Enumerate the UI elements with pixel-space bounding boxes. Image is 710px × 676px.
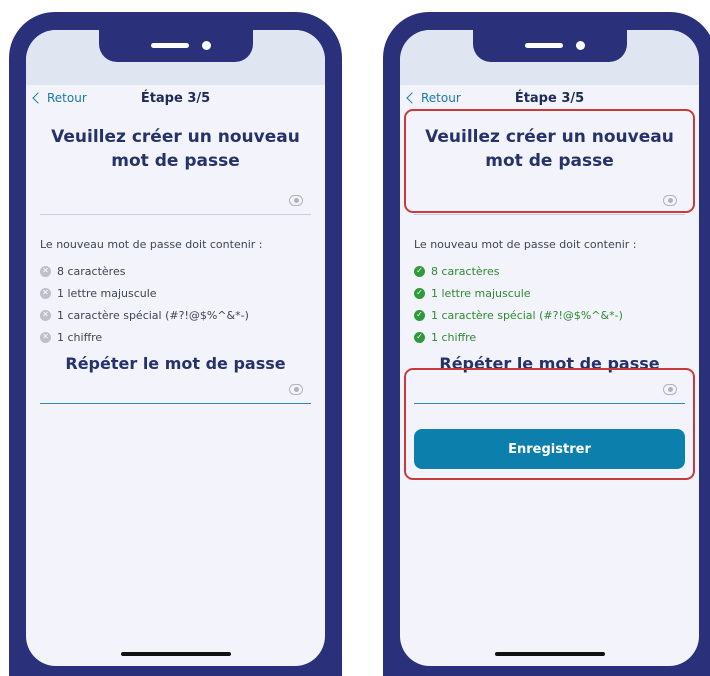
back-button[interactable]: Retour — [406, 91, 461, 105]
repeat-title: Répéter le mot de passe — [65, 354, 286, 373]
x-circle-icon: ✕ — [40, 309, 51, 321]
requirement-text: 8 caractères — [57, 264, 126, 278]
requirements-list: ✕ 8 caractères ✕ 1 lettre majuscule ✕ 1 car… — [40, 260, 249, 348]
x-circle-icon: ✕ — [40, 265, 51, 277]
requirement-item: ✕ 8 caractères — [40, 260, 249, 282]
requirement-item: ✓ 1 caractère spécial (#?!@$%^&*-) — [414, 304, 623, 326]
requirement-item: ✓ 1 lettre majuscule — [414, 282, 623, 304]
check-circle-icon: ✓ — [414, 309, 425, 321]
chevron-left-icon — [406, 92, 418, 104]
chevron-left-icon — [32, 92, 44, 104]
back-button[interactable]: Retour — [32, 91, 87, 105]
x-circle-icon: ✕ — [40, 287, 51, 299]
nav-bar: Étape 3/5 Retour — [26, 90, 325, 110]
screen-left: Étape 3/5 Retour Veuillez créer un nouve… — [26, 30, 325, 666]
eye-icon[interactable] — [663, 195, 677, 206]
requirement-text: 8 caractères — [431, 264, 500, 278]
requirement-text: 1 caractère spécial (#?!@$%^&*-) — [57, 308, 249, 322]
requirement-text: 1 caractère spécial (#?!@$%^&*-) — [431, 308, 623, 322]
eye-icon[interactable] — [663, 384, 677, 395]
requirements-title: Le nouveau mot de passe doit contenir : — [414, 238, 637, 251]
notch — [472, 30, 627, 62]
save-button[interactable]: Enregistrer — [414, 429, 685, 469]
repeat-password-field[interactable] — [40, 381, 311, 404]
home-indicator[interactable] — [494, 652, 605, 656]
requirements-list: ✓ 8 caractères ✓ 1 lettre majuscule ✓ 1 car… — [414, 260, 623, 348]
back-label: Retour — [421, 91, 461, 105]
eye-icon[interactable] — [289, 195, 303, 206]
check-circle-icon: ✓ — [414, 265, 425, 277]
speaker — [524, 43, 563, 48]
camera-icon — [575, 41, 585, 50]
nav-bar: Étape 3/5 Retour — [400, 90, 699, 110]
page-title: Veuillez créer un nouveau mot de passe — [51, 127, 300, 171]
requirement-item: ✕ 1 lettre majuscule — [40, 282, 249, 304]
requirement-item: ✓ 1 chiffre — [414, 326, 623, 348]
check-circle-icon: ✓ — [414, 287, 425, 299]
home-indicator[interactable] — [120, 652, 231, 656]
x-circle-icon: ✕ — [40, 331, 51, 343]
requirement-text: 1 chiffre — [57, 330, 103, 344]
speaker — [150, 43, 189, 48]
check-circle-icon: ✓ — [414, 331, 425, 343]
phone-left: Étape 3/5 Retour Veuillez créer un nouve… — [9, 12, 342, 676]
phone-right: Étape 3/5 Retour Veuillez créer un nouve… — [383, 12, 710, 676]
requirement-item: ✕ 1 caractère spécial (#?!@$%^&*-) — [40, 304, 249, 326]
camera-icon — [201, 41, 211, 50]
eye-icon[interactable] — [289, 384, 303, 395]
screen-right: Étape 3/5 Retour Veuillez créer un nouve… — [400, 30, 699, 666]
repeat-password-field[interactable] — [414, 381, 685, 404]
back-label: Retour — [47, 91, 87, 105]
page-title: Veuillez créer un nouveau mot de passe — [425, 127, 674, 171]
new-password-field[interactable] — [414, 192, 685, 215]
requirement-text: 1 chiffre — [431, 330, 477, 344]
requirement-text: 1 lettre majuscule — [57, 286, 157, 300]
requirements-title: Le nouveau mot de passe doit contenir : — [40, 238, 263, 251]
requirement-item: ✕ 1 chiffre — [40, 326, 249, 348]
requirement-item: ✓ 8 caractères — [414, 260, 623, 282]
notch — [98, 30, 253, 62]
requirement-text: 1 lettre majuscule — [431, 286, 531, 300]
new-password-field[interactable] — [40, 192, 311, 215]
